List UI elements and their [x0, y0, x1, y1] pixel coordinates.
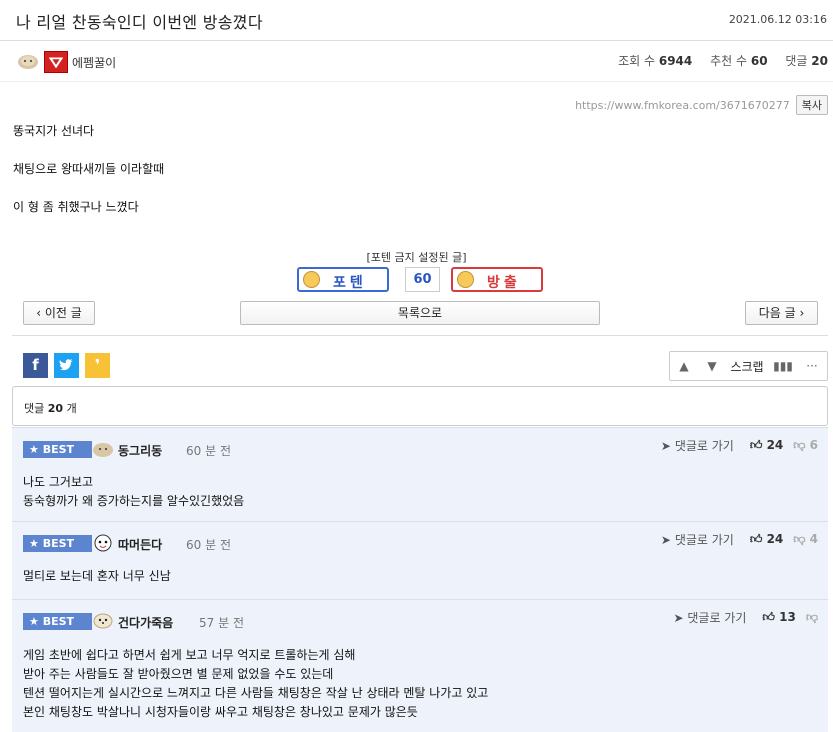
go-to-comment-link[interactable]: ➤ 댓글로 가기 [673, 609, 746, 626]
twitter-share-icon[interactable] [54, 353, 79, 378]
commenter-name[interactable]: 따머든다 [118, 536, 162, 553]
copy-url-button[interactable]: 복사 [795, 95, 828, 115]
post-date: 2021.06.12 03:16 [728, 13, 827, 26]
post-meta: 에펨꿀이 조회 수 6944 추천 수 60 댓글 20 [0, 42, 833, 82]
comment-text: 멀티로 보는데 혼자 너무 신남 [23, 569, 171, 583]
recommend-stat: 추천 수 60 [710, 54, 768, 68]
thumbs-down-icon: 👎︎ [793, 438, 806, 452]
comment-time: 60 분 전 [186, 538, 231, 552]
send-arrow-icon: ➤ [660, 533, 671, 547]
best-badge: ★ BEST [23, 441, 92, 458]
best-badge: ★ BEST [23, 535, 92, 552]
thumbs-down-icon: 👎︎ [805, 610, 818, 624]
post-body: 똥국지가 선녀다 채팅으로 왕따새끼들 이라할때 이 형 좀 취했구나 느꼈다 [13, 124, 164, 238]
comment-downvote[interactable]: 👎︎ [806, 610, 818, 625]
comments-count: 댓글 20 개 [24, 402, 77, 415]
comment-upvote[interactable]: 👍︎ 13 [762, 610, 795, 625]
send-arrow-icon: ➤ [660, 439, 671, 453]
chevron-right-icon: › [799, 306, 805, 320]
best-badge: ★ BEST [23, 613, 92, 630]
arrow-down-icon[interactable]: ▼ [698, 359, 726, 373]
comment-time: 60 분 전 [186, 444, 231, 458]
potten-button[interactable]: 포텐 [297, 267, 389, 292]
comment-time: 57 분 전 [199, 616, 244, 630]
comments-header: 댓글 20 개 [12, 386, 828, 426]
arrow-up-icon[interactable]: ▲ [670, 359, 698, 373]
thumbs-up-icon: 👍︎ [749, 532, 763, 546]
chevron-left-icon: ‹ [36, 306, 42, 320]
comment-text: 게임 초반에 쉽다고 하면서 쉽게 보고 너무 억지로 트롤하는게 심해 받아 … [23, 648, 489, 719]
facebook-share-icon[interactable]: f [23, 353, 48, 378]
comment-downvote[interactable]: 👎︎ 4 [793, 532, 818, 547]
commenter-avatar-icon [94, 534, 112, 552]
post-line: 채팅으로 왕따새끼들 이라할때 [13, 162, 165, 176]
comment-item: ★ BEST 건다가죽음 57 분 전 ➤ 댓글로 가기 👍︎ 13 👎︎ 게임… [12, 599, 828, 732]
commenter-avatar-icon [93, 613, 113, 629]
prev-post-button[interactable]: ‹ 이전 글 [23, 301, 95, 325]
happy-face-icon [303, 271, 320, 288]
post-line: 이 형 좀 취했구나 느꼈다 [13, 200, 139, 214]
go-to-comment-link[interactable]: ➤ 댓글로 가기 [661, 531, 734, 548]
banchul-button[interactable]: 방출 [451, 267, 543, 292]
thumbs-up-icon: 👍︎ [762, 610, 775, 624]
level-badge-icon [44, 51, 68, 73]
comments-stat: 댓글 20 [785, 54, 828, 68]
views-stat: 조회 수 6944 [618, 54, 693, 68]
next-post-button[interactable]: 다음 글 › [745, 301, 818, 325]
commenter-avatar-icon [93, 443, 113, 457]
commenter-name[interactable]: 동그리동 [118, 442, 162, 459]
potten-disabled-note: [포텐 금지 설정된 글] [366, 251, 467, 264]
send-arrow-icon: ➤ [673, 611, 684, 625]
angry-face-icon [457, 271, 474, 288]
post-toolbar: ▲ ▼ 스크랩 ▮▮▮ ··· [669, 351, 828, 381]
post-url[interactable]: https://www.fmkorea.com/3671670277 [575, 99, 790, 112]
comment-downvote[interactable]: 👎︎ 6 [793, 438, 818, 453]
go-to-comment-link[interactable]: ➤ 댓글로 가기 [661, 437, 734, 454]
potten-label: 포텐 [333, 275, 367, 291]
url-row: https://www.fmkorea.com/3671670277 복사 [575, 95, 828, 115]
divider [12, 335, 828, 336]
post-line: 똥국지가 선녀다 [13, 124, 95, 138]
scrap-button[interactable]: 스크랩 [726, 358, 768, 375]
comment-item: ★ BEST 동그리동 60 분 전 ➤ 댓글로 가기 👍︎ 24 👎︎ 6 나… [12, 427, 828, 521]
vote-count: 60 [405, 267, 440, 292]
comment-item: ★ BEST 따머든다 60 분 전 ➤ 댓글로 가기 👍︎ 24 👎︎ 4 멀… [12, 521, 828, 599]
comment-upvote[interactable]: 👍︎ 24 [750, 532, 783, 547]
post-header: 나 리얼 찬동숙인디 이번엔 방송꼈다 2021.06.12 03:16 [0, 0, 833, 41]
comment-actions: ➤ 댓글로 가기 👍︎ 24 👎︎ 6 [661, 437, 818, 454]
post-stats: 조회 수 6944 추천 수 60 댓글 20 [604, 52, 828, 69]
list-button[interactable]: 목록으로 [240, 301, 600, 325]
bar-chart-icon[interactable]: ▮▮▮ [768, 359, 798, 373]
comment-actions: ➤ 댓글로 가기 👍︎ 13 👎︎ [673, 609, 818, 626]
comment-text: 나도 그거보고 동숙형까가 왜 증가하는지를 알수있긴했었음 [23, 475, 245, 508]
thumbs-down-icon: 👎︎ [793, 532, 806, 546]
thumbs-up-icon: 👍︎ [749, 438, 763, 452]
post-title: 나 리얼 찬동숙인디 이번엔 방송꼈다 [16, 13, 263, 32]
commenter-name[interactable]: 건다가죽음 [118, 614, 173, 631]
author-avatar-icon [18, 55, 38, 69]
comment-upvote[interactable]: 👍︎ 24 [750, 438, 783, 453]
comment-actions: ➤ 댓글로 가기 👍︎ 24 👎︎ 4 [661, 531, 818, 548]
story-share-icon[interactable]: ❜ [85, 353, 110, 378]
banchul-label: 방출 [487, 275, 521, 291]
more-icon[interactable]: ··· [798, 359, 826, 373]
author-name[interactable]: 에펨꿀이 [72, 54, 116, 71]
